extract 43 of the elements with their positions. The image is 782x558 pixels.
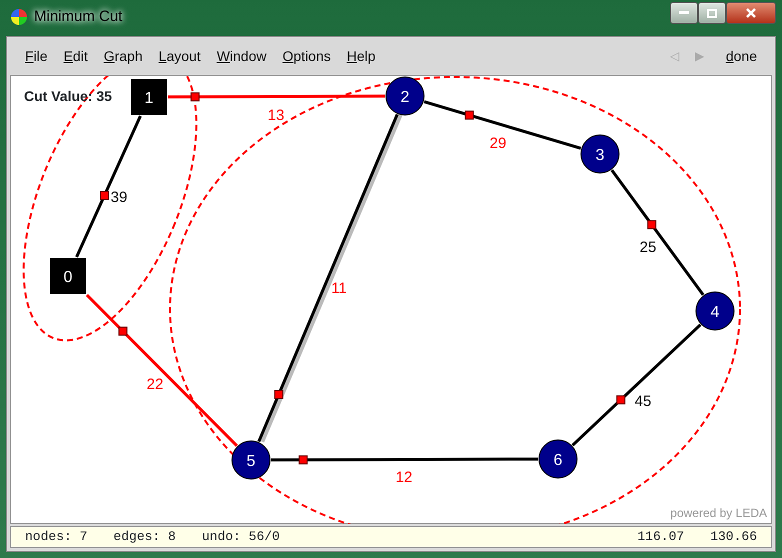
- done-button[interactable]: done: [718, 46, 765, 66]
- edge-weight: 45: [634, 393, 652, 410]
- graph-node[interactable]: 0: [50, 258, 86, 294]
- graph-node[interactable]: 1: [131, 79, 167, 115]
- maximize-button[interactable]: [698, 2, 726, 24]
- graph-edge[interactable]: [610, 169, 704, 296]
- menu-item[interactable]: Graph: [96, 46, 151, 66]
- graph-edge[interactable]: [75, 115, 142, 258]
- menu-item[interactable]: Help: [338, 46, 384, 66]
- y-coordinate: 130.66: [710, 528, 757, 546]
- edge-weight: 25: [640, 239, 656, 256]
- graph-node[interactable]: 4: [696, 292, 734, 330]
- minimize-icon: [679, 11, 689, 15]
- maximize-icon: [707, 8, 717, 18]
- x-coordinate: 116.07: [637, 528, 684, 546]
- edge-weight: 12: [396, 469, 412, 486]
- menu-item[interactable]: Edit: [56, 46, 96, 66]
- window-title: Minimum Cut: [34, 6, 122, 27]
- graph-edge[interactable]: [271, 455, 538, 464]
- close-button[interactable]: [726, 2, 776, 24]
- undo-count: undo: 56/0: [202, 528, 280, 546]
- graph-node[interactable]: 5: [232, 440, 270, 480]
- minimize-button[interactable]: [670, 2, 698, 24]
- graph-node[interactable]: 3: [580, 134, 620, 174]
- graph-edge[interactable]: [424, 100, 582, 150]
- menu-item[interactable]: Options: [274, 46, 339, 66]
- menu-item[interactable]: Window: [208, 46, 274, 66]
- edge-weight: 13: [268, 107, 284, 124]
- node-count: nodes: 7: [25, 528, 88, 546]
- edge-weight: 39: [110, 189, 128, 206]
- menu-item[interactable]: File: [17, 46, 56, 66]
- edge-count: edges: 8: [113, 528, 176, 546]
- graph-edge[interactable]: [572, 324, 702, 446]
- menu-item[interactable]: Layout: [150, 46, 209, 66]
- edge-weight: 22: [146, 376, 164, 393]
- watermark-text: powered by LEDA: [670, 505, 767, 522]
- cut-value-label: Cut Value: 35: [24, 87, 112, 106]
- edge-weight: 29: [490, 135, 506, 152]
- app-icon: [10, 8, 28, 26]
- graph-node[interactable]: 2: [386, 76, 424, 116]
- graph-node[interactable]: 6: [538, 440, 578, 478]
- edge-weight: 11: [331, 280, 347, 297]
- close-icon: [746, 8, 756, 18]
